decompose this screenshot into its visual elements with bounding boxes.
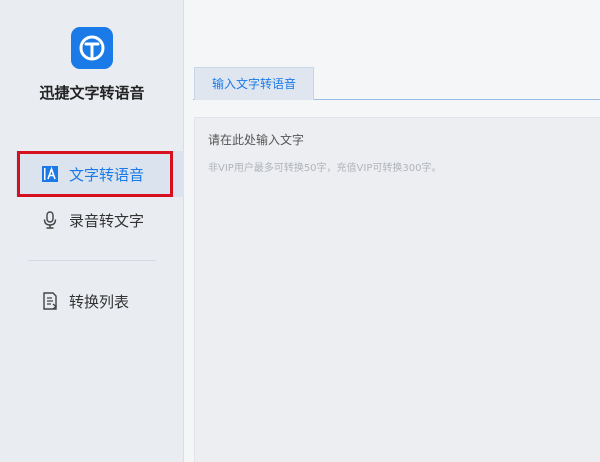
tab-text-to-speech[interactable]: 输入文字转语音 <box>194 67 314 100</box>
vip-limit-hint: 非VIP用户最多可转换50字，充值VIP可转换300字。 <box>208 163 442 174</box>
sidebar: 迅捷文字转语音 文字转语音 录音转文字 转换列表 <box>0 0 184 462</box>
microphone-icon <box>41 211 59 229</box>
app-logo-icon <box>71 27 113 69</box>
sidebar-divider <box>28 260 156 261</box>
sidebar-item-label: 录音转文字 <box>69 212 145 230</box>
sidebar-item-text-to-speech[interactable]: 文字转语音 <box>16 151 184 197</box>
input-placeholder: 请在此处输入文字 <box>208 133 305 147</box>
main-panel: 输入文字转语音 请在此处输入文字 非VIP用户最多可转换50字，充值VIP可转换… <box>185 0 600 462</box>
app-title: 迅捷文字转语音 <box>39 84 145 102</box>
text-input-area[interactable]: 请在此处输入文字 非VIP用户最多可转换50字，充值VIP可转换300字。 <box>194 117 600 462</box>
text-to-speech-icon <box>41 165 59 183</box>
sidebar-item-label: 转换列表 <box>69 293 130 311</box>
sidebar-item-label: 文字转语音 <box>69 166 145 184</box>
sidebar-item-conversion-list[interactable]: 转换列表 <box>16 278 184 324</box>
sidebar-item-speech-to-text[interactable]: 录音转文字 <box>16 197 184 243</box>
document-list-icon <box>41 292 59 310</box>
